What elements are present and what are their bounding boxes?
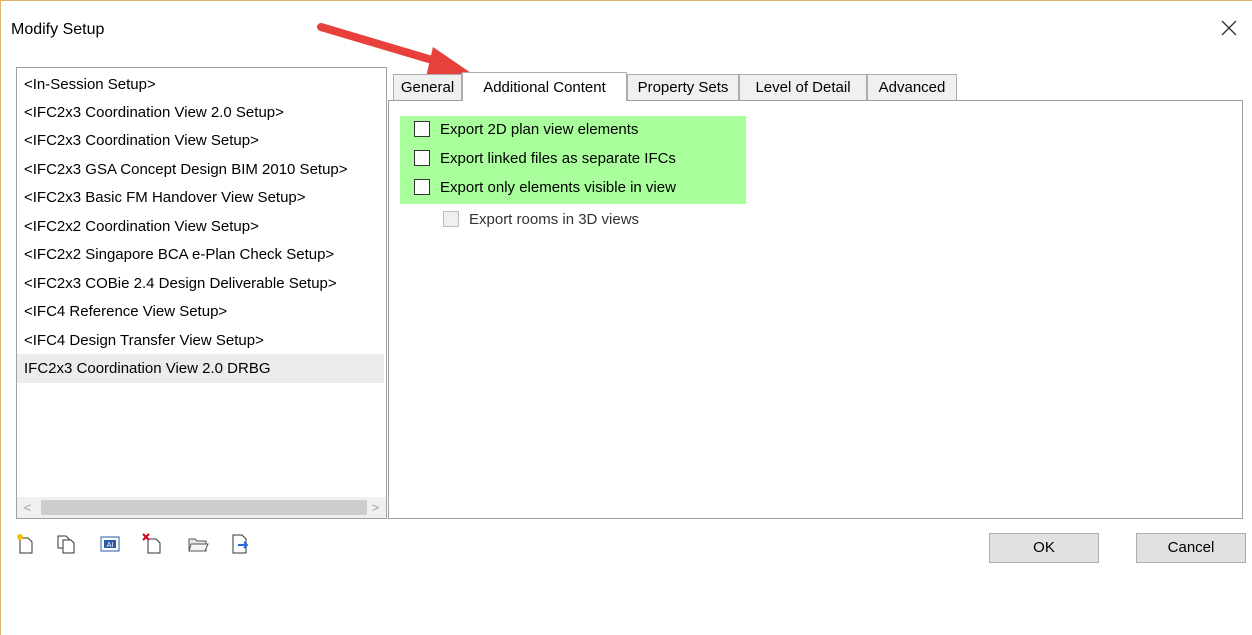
modify-setup-dialog: Modify Setup <In-Session Setup> <IFC2x3 … [0,0,1252,635]
setup-item[interactable]: <IFC4 Reference View Setup> [17,297,384,326]
tab-additional-content[interactable]: Additional Content [462,72,627,101]
delete-setup-icon[interactable] [142,533,164,555]
checkbox[interactable] [414,179,430,195]
setup-item[interactable]: <IFC2x2 Singapore BCA e-Plan Check Setup… [17,240,384,269]
export-visible-elements-option[interactable]: Export only elements visible in view [414,176,676,198]
checkbox-disabled [443,211,459,227]
export-2d-plan-view-option[interactable]: Export 2D plan view elements [414,118,638,140]
setup-item[interactable]: <IFC2x3 Coordination View 2.0 Setup> [17,98,384,127]
setup-item[interactable]: <IFC4 Design Transfer View Setup> [17,326,384,355]
rename-setup-icon[interactable]: AI [99,533,121,555]
option-label: Export rooms in 3D views [469,210,640,228]
duplicate-setup-icon[interactable] [55,533,77,555]
option-label: Export linked files as separate IFCs [440,149,676,167]
option-label: Export 2D plan view elements [440,120,639,138]
checkbox[interactable] [414,150,430,166]
scroll-right-icon[interactable]: > [365,497,386,518]
setup-item[interactable]: <IFC2x3 Coordination View Setup> [17,126,384,155]
tab-advanced[interactable]: Advanced [867,74,957,100]
option-label: Export only elements visible in view [440,178,676,196]
scroll-left-icon[interactable]: < [17,497,38,518]
export-rooms-3d-option: Export rooms in 3D views [443,208,639,230]
setup-item[interactable]: <IFC2x3 COBie 2.4 Design Deliverable Set… [17,269,384,298]
setup-item[interactable]: <IFC2x3 GSA Concept Design BIM 2010 Setu… [17,155,384,184]
checkbox[interactable] [414,121,430,137]
dialog-title: Modify Setup [11,21,105,38]
setup-item[interactable]: <IFC2x3 Basic FM Handover View Setup> [17,183,384,212]
scrollbar-thumb[interactable] [41,500,367,515]
tab-general[interactable]: General [393,74,462,100]
setup-item[interactable]: <In-Session Setup> [17,70,384,99]
ok-button[interactable]: OK [989,533,1099,563]
tab-property-sets[interactable]: Property Sets [627,74,739,100]
tab-level-of-detail[interactable]: Level of Detail [739,74,867,100]
new-setup-icon[interactable] [15,533,37,555]
setup-list[interactable]: <In-Session Setup> <IFC2x3 Coordination … [16,67,387,519]
svg-text:AI: AI [107,542,114,549]
horizontal-scrollbar[interactable]: < > [17,497,386,518]
cancel-button[interactable]: Cancel [1136,533,1246,563]
setup-item[interactable]: <IFC2x2 Coordination View Setup> [17,212,384,241]
import-setup-icon[interactable] [187,533,209,555]
close-icon[interactable] [1216,15,1242,41]
export-setup-icon[interactable] [229,533,251,555]
export-linked-files-option[interactable]: Export linked files as separate IFCs [414,147,676,169]
additional-content-panel: Export 2D plan view elements Export link… [388,100,1243,519]
setup-item-selected[interactable]: IFC2x3 Coordination View 2.0 DRBG [17,354,384,383]
